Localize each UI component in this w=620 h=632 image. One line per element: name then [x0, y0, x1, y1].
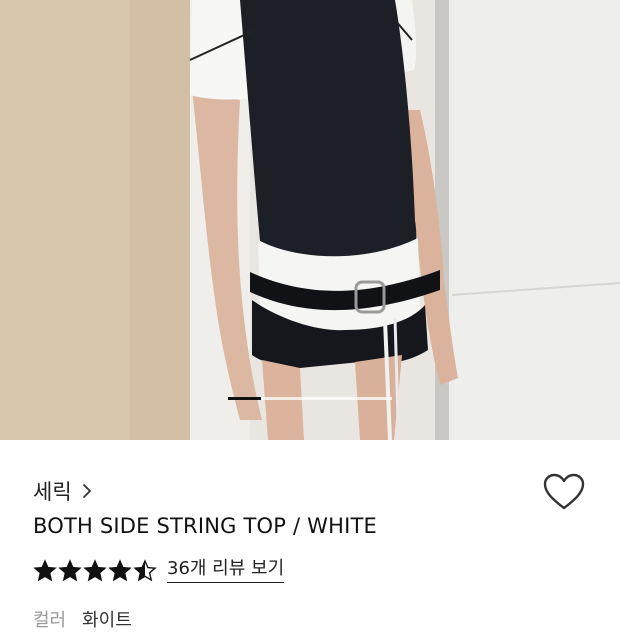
option-label: 컬러 — [33, 610, 67, 631]
chevron-right-icon — [82, 484, 91, 498]
product-image-carousel[interactable] — [0, 0, 620, 440]
option-value: 화이트 — [82, 610, 132, 631]
star-icon — [58, 558, 82, 581]
star-icon — [133, 558, 157, 581]
product-photo — [0, 0, 620, 440]
star-icon — [108, 558, 132, 581]
brand-link[interactable]: 세릭 — [33, 476, 92, 506]
heart-outline-icon[interactable] — [542, 472, 586, 512]
carousel-progress — [228, 397, 392, 400]
star-icon — [83, 558, 107, 581]
option-row: 컬러 화이트 — [33, 606, 132, 632]
review-link[interactable]: 36개 리뷰 보기 — [167, 558, 285, 583]
rating-stars — [33, 558, 157, 583]
product-title: BOTH SIDE STRING TOP / WHITE — [33, 514, 377, 538]
star-icon — [33, 558, 57, 581]
brand-name: 세릭 — [33, 480, 72, 504]
rating-row: 36개 리뷰 보기 — [33, 558, 285, 583]
carousel-progress-thumb — [228, 397, 261, 400]
